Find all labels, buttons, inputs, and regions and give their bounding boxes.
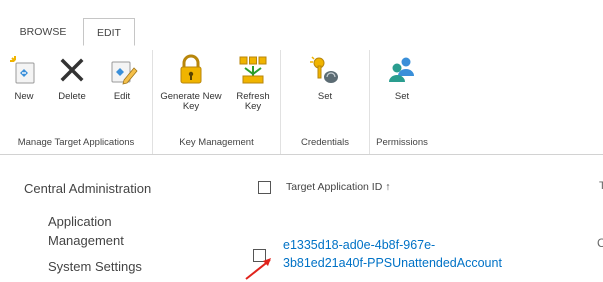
new-target-app-icon [8,54,40,86]
column-header-label: Target Application ID [286,181,383,193]
group-credentials: Set Credentials [281,50,370,154]
refresh-key-icon [237,54,269,86]
sort-ascending-icon: ↑ [385,181,391,193]
set-permissions-label: Set [394,91,410,102]
new-button-label: New [14,91,34,102]
generate-new-key-button[interactable]: Generate New Key [157,54,225,112]
group-title-key: Key Management [179,137,254,148]
group-manage-target-applications: New Delete Edit Manage Target Applicatio… [0,50,153,154]
red-annotation-arrow [245,258,271,280]
edit-button-label: Edit [113,91,131,102]
group-title-permissions: Permissions [376,137,428,148]
delete-button-label: Delete [58,91,86,102]
group-key-management: Generate New Key Refresh Key Key Managem… [153,50,281,154]
credentials-key-icon [309,54,341,86]
delete-x-icon [56,54,88,86]
select-all-checkbox[interactable] [258,181,271,194]
group-title-credentials: Credentials [300,137,350,148]
next-column-cell-truncated: C [597,236,603,250]
delete-button[interactable]: Delete [52,54,92,102]
column-header-target-app-id[interactable]: Target Application ID ↑ [286,181,390,193]
edit-button[interactable]: Edit [100,54,144,102]
left-navigation: Central Administration Application Manag… [0,154,240,279]
tab-browse[interactable]: BROWSE [12,18,74,46]
nav-central-administration[interactable]: Central Administration [24,179,151,198]
target-app-id-link[interactable]: e1335d18-ad0e-4b8f-967e- 3b81ed21a40f-PP… [283,236,563,272]
nav-system-settings[interactable]: System Settings [48,257,142,276]
edit-pencil-icon [106,54,138,86]
next-column-header-truncated: T [599,180,603,192]
padlock-key-icon [175,54,207,86]
set-credentials-button[interactable]: Set [303,54,347,102]
tab-edit[interactable]: EDIT [83,18,135,46]
group-title-manage: Manage Target Applications [17,137,135,148]
people-icon [386,54,418,86]
new-button[interactable]: New [4,54,44,102]
refresh-key-label: Refresh Key [236,91,270,112]
nav-application-management[interactable]: Application Management [48,212,124,250]
group-permissions: Set Permissions [370,50,434,154]
generate-new-key-label: Generate New Key [160,91,222,112]
refresh-key-button[interactable]: Refresh Key [231,54,275,112]
ribbon-tab-bar: BROWSE EDIT [0,0,603,47]
target-applications-list: Target Application ID ↑ T e1335d18-ad0e-… [240,154,603,280]
set-credentials-label: Set [317,91,333,102]
set-permissions-button[interactable]: Set [380,54,424,102]
ribbon: New Delete Edit Manage Target Applicatio… [0,46,603,155]
